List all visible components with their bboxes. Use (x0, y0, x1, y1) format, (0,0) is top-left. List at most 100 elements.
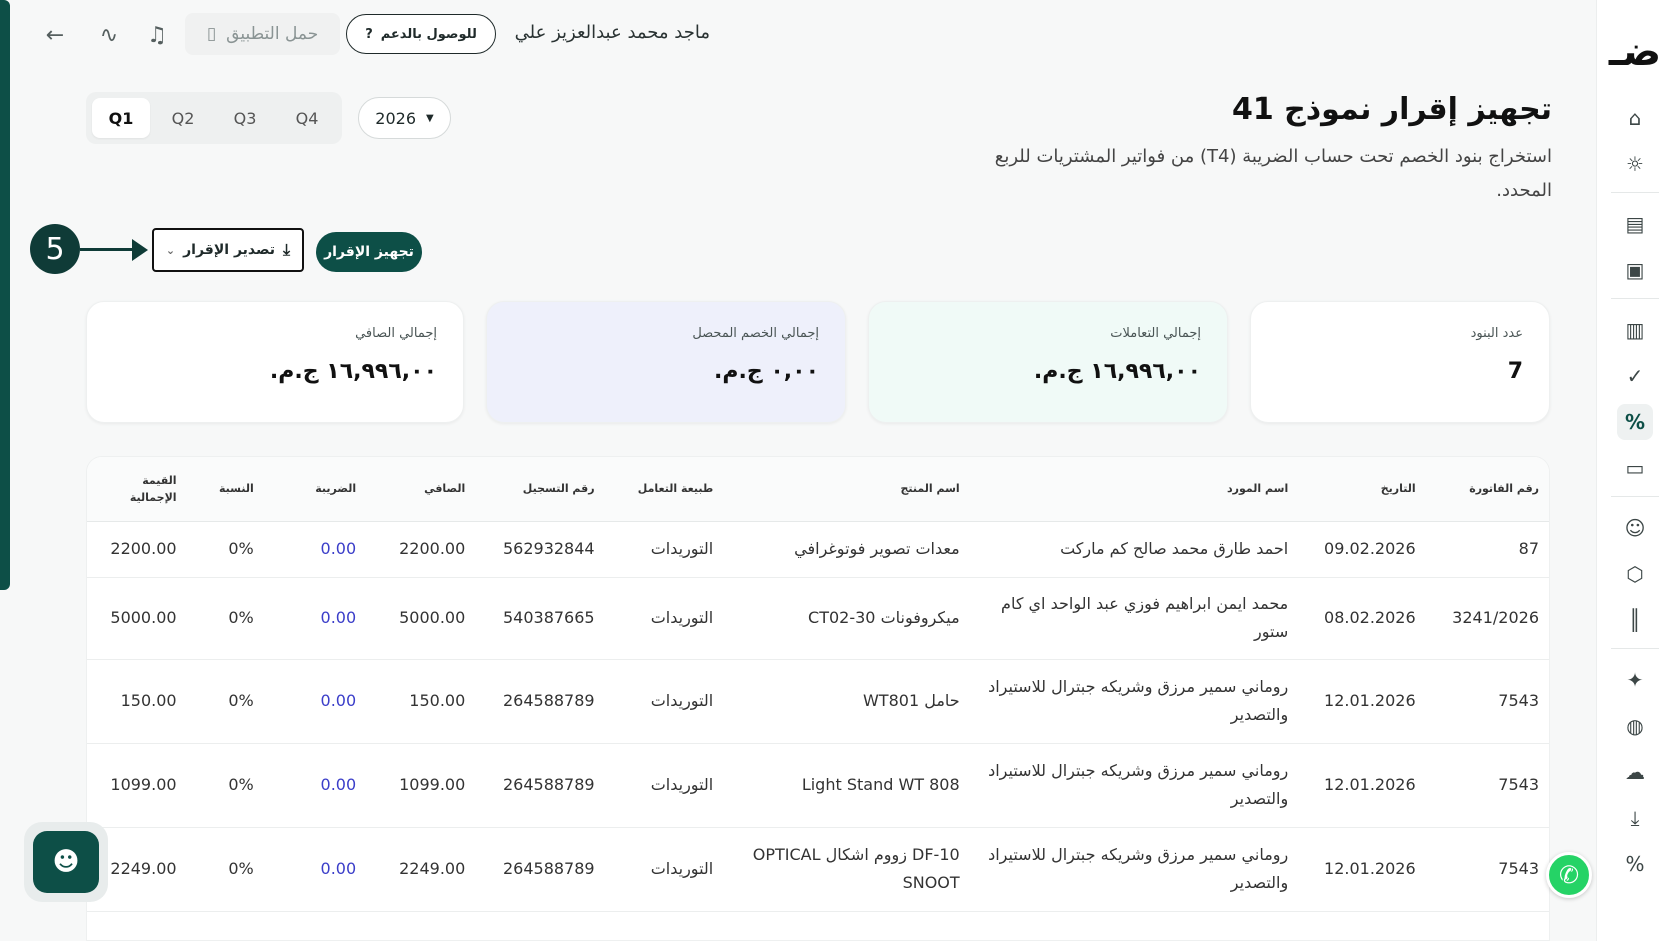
bell-icon[interactable]: ♫ (142, 20, 172, 50)
file-check-icon[interactable]: ✓ (1617, 358, 1653, 394)
back-arrow-icon[interactable]: ← (40, 20, 70, 50)
cell-tax: 0.00 (263, 827, 367, 912)
user-name: ماجد محمد عبدالعزيز علي (514, 22, 710, 43)
cell-rate: 0% (186, 521, 264, 578)
card-value: ٠,٠٠ ج.م. (714, 359, 819, 384)
report-icon[interactable]: ▥ (1617, 312, 1653, 348)
cell-tax: 0.00 (263, 743, 367, 828)
cell-tax: 0.00 (263, 521, 367, 578)
cell-product: معدات تصوير فوتوغرافي (723, 521, 970, 578)
col-invoice[interactable]: رقم الفاتورة (1425, 457, 1549, 522)
col-tax[interactable]: الضريبة (263, 457, 367, 522)
tab-q1[interactable]: Q1 (92, 98, 150, 138)
download-app-button[interactable]: حمل التطبيق ▯ (185, 13, 340, 55)
download-icon[interactable]: ⤓ (1617, 800, 1653, 836)
table-row[interactable]: 7543 12.01.2026 روماني سمير مرزق وشريكه … (87, 743, 1549, 828)
cell-invoice: 87 (1425, 521, 1549, 578)
sidebar-divider (1611, 192, 1659, 193)
sidebar-divider (1611, 648, 1659, 649)
table-row[interactable]: 7543 12.01.2026 روماني سمير مرزق وشريكه … (87, 659, 1549, 744)
cell-product: Light Stand WT 808 (723, 743, 970, 828)
tab-q4[interactable]: Q4 (278, 98, 336, 138)
card-label: إجمالي الصافي (355, 326, 437, 341)
cell-invoice: 7543 (1425, 827, 1549, 912)
table-row[interactable]: 3241/2026 08.02.2026 محمد ايمن ابراهيم ف… (87, 577, 1549, 660)
table-header-row: رقم الفاتورة التاريخ اسم المورد اسم المن… (87, 457, 1549, 522)
tax-percent-icon[interactable]: % (1617, 404, 1653, 440)
sparkle-icon[interactable]: ✦ (1617, 662, 1653, 698)
col-total[interactable]: القيمة الإجمالية (87, 457, 187, 522)
sidebar-divider (1611, 298, 1659, 299)
sidebar-divider (1611, 496, 1659, 497)
card-value: 7 (1507, 359, 1523, 384)
download-icon: ⤓ (283, 240, 291, 259)
home-icon[interactable]: ⌂ (1617, 100, 1653, 136)
whatsapp-icon[interactable]: ✆ (1546, 852, 1592, 898)
cell-registration: 540387665 (475, 577, 605, 660)
cell-tax: 0.00 (263, 659, 367, 744)
support-button[interactable]: للوصول بالدعم ? (346, 14, 496, 54)
card-total-deduction: إجمالي الخصم المحصل ٠,٠٠ ج.م. (486, 301, 846, 423)
assistant-bot-button[interactable]: ☻ (24, 822, 108, 902)
cell-date: 08.02.2026 (1298, 577, 1426, 660)
table-row[interactable]: 87 09.02.2026 احمد طارق محمد صالح كم مار… (87, 521, 1549, 578)
cell-supplier: روماني سمير مرزق وشريكه جبترال للاستيراد… (969, 827, 1299, 912)
col-product[interactable]: اسم المنتج (723, 457, 970, 522)
col-date[interactable]: التاريخ (1298, 457, 1426, 522)
barcode-icon[interactable]: ║ (1617, 602, 1653, 638)
lightbulb-icon[interactable]: ☼ (1617, 146, 1653, 182)
tab-q3[interactable]: Q3 (216, 98, 274, 138)
phone-icon: ▯ (206, 24, 217, 44)
cell-rate: 0% (186, 577, 264, 660)
col-registration[interactable]: رقم التسجيل (475, 457, 605, 522)
robot-icon: ☻ (33, 831, 99, 893)
cell-net: 2249.00 (366, 827, 476, 912)
export-declaration-button[interactable]: ⤓ تصدير الإقرار ⌄ (152, 228, 304, 272)
col-type[interactable]: طبيعة التعامل (604, 457, 724, 522)
question-icon: ? (365, 26, 373, 42)
globe-icon[interactable]: ◍ (1617, 708, 1653, 744)
cell-supplier: روماني سمير مرزق وشريكه جبترال للاستيراد… (969, 659, 1299, 744)
card-value: ١٦,٩٩٦,٠٠ ج.م. (269, 359, 437, 384)
package-icon[interactable]: ⬡ (1617, 556, 1653, 592)
col-rate[interactable]: النسبة (186, 457, 264, 522)
cell-invoice: 3241/2026 (1425, 577, 1549, 660)
year-value: 2026 (375, 108, 416, 128)
activity-icon[interactable]: ∿ (94, 20, 124, 50)
cell-net: 5000.00 (366, 577, 476, 660)
cell-total: 1099.00 (87, 743, 187, 828)
cell-product: ميكروفونات CT02-30 (723, 577, 970, 660)
sidebar: ضـ ⌂ ☼ ▤ ▣ ▥ ✓ % ▭ ☺ ⬡ ║ ✦ ◍ ☁ ⤓ % (1596, 0, 1672, 941)
brand-logo[interactable]: ضـ (1607, 24, 1663, 80)
cell-tax: 0.00 (263, 577, 367, 660)
cell-supplier: احمد طارق محمد صالح كم ماركت (969, 521, 1299, 578)
page-subtitle: استخراج بنود الخصم تحت حساب الضريبة (T4)… (994, 146, 1552, 201)
cell-registration: 264588789 (475, 827, 605, 912)
card-label: إجمالي التعاملات (1110, 326, 1201, 341)
upload-cloud-icon[interactable]: ☁ (1617, 754, 1653, 790)
col-supplier[interactable]: اسم المورد (969, 457, 1299, 522)
cell-total: 2200.00 (87, 521, 187, 578)
cell-registration: 264588789 (475, 659, 605, 744)
wallet-icon[interactable]: ▭ (1617, 450, 1653, 486)
support-label: للوصول بالدعم (380, 26, 477, 42)
card-total-transactions: إجمالي التعاملات ١٦,٩٩٦,٠٠ ج.م. (868, 301, 1228, 423)
cell-date: 12.01.2026 (1298, 743, 1426, 828)
document-icon[interactable]: ▤ (1617, 206, 1653, 242)
cell-rate: 0% (186, 827, 264, 912)
cell-type: التوريدات (604, 577, 724, 660)
cell-registration: 264588789 (475, 743, 605, 828)
col-net[interactable]: الصافي (366, 457, 476, 522)
users-icon[interactable]: ☺ (1617, 510, 1653, 546)
card-value: ١٦,٩٩٦,٠٠ ج.م. (1033, 359, 1201, 384)
table-row[interactable]: 7543 12.01.2026 روماني سمير مرزق وشريكه … (87, 827, 1549, 912)
tab-q2[interactable]: Q2 (154, 98, 212, 138)
cell-type: التوريدات (604, 743, 724, 828)
cell-type: التوريدات (604, 659, 724, 744)
prepare-declaration-button[interactable]: تجهيز الإقرار (316, 232, 422, 272)
step-arrow (80, 248, 136, 251)
card-total-net: إجمالي الصافي ١٦,٩٩٦,٠٠ ج.م. (86, 301, 464, 423)
invoice-icon[interactable]: ▣ (1617, 252, 1653, 288)
discount-icon[interactable]: % (1617, 846, 1653, 882)
year-select[interactable]: 2026 ▼ (358, 97, 451, 139)
